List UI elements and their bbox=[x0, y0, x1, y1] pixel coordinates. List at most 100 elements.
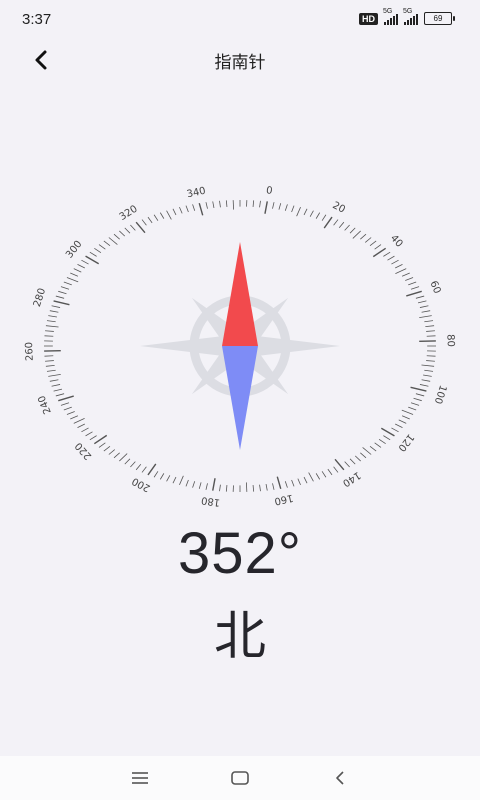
dial-tick bbox=[212, 478, 216, 491]
home-icon bbox=[231, 771, 249, 785]
dial-tick bbox=[103, 240, 111, 247]
dial-tick bbox=[264, 201, 268, 214]
dial-tick bbox=[172, 208, 177, 216]
dial-tick bbox=[401, 272, 410, 277]
status-time: 3:37 bbox=[22, 11, 52, 28]
dial-tick bbox=[93, 434, 108, 445]
dial-tick bbox=[55, 295, 65, 299]
dial-tick bbox=[425, 325, 435, 327]
dial-tick bbox=[395, 268, 407, 275]
system-back-button[interactable] bbox=[320, 758, 360, 798]
dial-tick bbox=[333, 466, 339, 473]
dial-tick bbox=[252, 485, 255, 492]
dial-tick bbox=[192, 204, 196, 211]
dial-tick bbox=[323, 216, 333, 229]
dial-tick bbox=[421, 364, 435, 367]
battery-icon: 69 bbox=[424, 12, 455, 25]
dial-label: 60 bbox=[427, 279, 442, 295]
dial-tick bbox=[413, 397, 422, 402]
dial-tick bbox=[135, 463, 142, 471]
compass: 0 20 40 60 80 100 120 140 160 180 200 220 240 260 280 3… bbox=[0, 150, 480, 530]
dial-tick bbox=[417, 300, 427, 304]
dial-tick bbox=[421, 310, 431, 313]
dial-tick bbox=[147, 216, 153, 224]
dial-tick bbox=[349, 227, 356, 234]
dial-tick bbox=[415, 393, 425, 397]
battery-level: 69 bbox=[433, 14, 443, 23]
dial-tick bbox=[198, 202, 204, 216]
dial-tick bbox=[49, 379, 59, 382]
dial-tick bbox=[103, 445, 111, 452]
dial-tick bbox=[369, 240, 377, 247]
dial-tick bbox=[362, 447, 372, 455]
dial-tick bbox=[398, 419, 407, 424]
dial-tick bbox=[410, 402, 420, 406]
dial-tick bbox=[321, 214, 327, 221]
compass-dial: 0 20 40 60 80 100 120 140 160 180 200 220 240 260 280 3… bbox=[24, 185, 456, 508]
dial-tick bbox=[410, 386, 427, 392]
dial-tick bbox=[130, 224, 136, 231]
dial-tick bbox=[58, 395, 74, 402]
dial-tick bbox=[387, 255, 395, 261]
menu-icon bbox=[132, 772, 148, 784]
dial-tick bbox=[296, 206, 301, 217]
dial-tick bbox=[113, 452, 120, 459]
dial-tick bbox=[297, 478, 301, 486]
dial-tick bbox=[272, 202, 275, 209]
status-icons: HD 5G 5G 69 bbox=[359, 8, 455, 25]
dial-tick bbox=[410, 286, 420, 290]
dial-tick bbox=[73, 268, 82, 273]
dial-label: 240 bbox=[36, 394, 53, 416]
dial-tick bbox=[252, 200, 255, 207]
menu-button[interactable] bbox=[120, 758, 160, 798]
dial-label: 80 bbox=[444, 334, 455, 347]
dial-tick bbox=[225, 485, 228, 492]
dial-tick bbox=[172, 476, 177, 484]
dial-tick bbox=[77, 423, 86, 428]
dial-tick bbox=[205, 202, 208, 209]
dial-tick bbox=[315, 212, 321, 219]
dial-tick bbox=[198, 482, 202, 489]
dial-tick bbox=[141, 466, 147, 473]
dial-tick bbox=[48, 373, 61, 377]
dial-label: 0 bbox=[265, 185, 273, 197]
dial-label: 300 bbox=[64, 239, 84, 261]
dial-tick bbox=[383, 435, 391, 441]
dial-tick bbox=[349, 458, 356, 465]
home-button[interactable] bbox=[220, 758, 260, 798]
dial-tick bbox=[89, 251, 97, 257]
dial-tick bbox=[81, 427, 89, 433]
dial-tick bbox=[360, 452, 367, 459]
dial-tick bbox=[147, 463, 157, 476]
dial-tick bbox=[45, 365, 55, 367]
dial-tick bbox=[344, 461, 350, 468]
dial-tick bbox=[63, 406, 72, 411]
header: 指南针 bbox=[0, 40, 480, 80]
dial-tick bbox=[45, 330, 54, 332]
network-type-label: 5G bbox=[403, 7, 413, 15]
dial-tick bbox=[419, 305, 429, 308]
signal-icon: 5G bbox=[383, 8, 398, 25]
dial-tick bbox=[344, 224, 350, 231]
dial-tick bbox=[60, 402, 70, 406]
dial-tick bbox=[334, 458, 345, 471]
dial-label: 100 bbox=[432, 384, 448, 406]
dial-label: 180 bbox=[201, 494, 221, 508]
dial-tick bbox=[419, 384, 429, 387]
dial-tick bbox=[89, 435, 97, 441]
dial-tick bbox=[77, 264, 86, 269]
dial-tick bbox=[408, 281, 417, 286]
dial-label: 340 bbox=[186, 186, 207, 201]
dial-label: 160 bbox=[273, 492, 294, 507]
dial-tick bbox=[58, 290, 67, 295]
dial-tick bbox=[179, 475, 184, 486]
dial-tick bbox=[135, 221, 146, 234]
dial-tick bbox=[49, 310, 59, 313]
network-type-label: 5G bbox=[383, 7, 393, 15]
dial-tick bbox=[51, 384, 61, 387]
dial-tick bbox=[85, 255, 100, 265]
dial-tick bbox=[291, 205, 295, 213]
signal-icon: 5G bbox=[403, 8, 418, 25]
dial-tick bbox=[278, 203, 282, 210]
dial-tick bbox=[192, 481, 196, 488]
